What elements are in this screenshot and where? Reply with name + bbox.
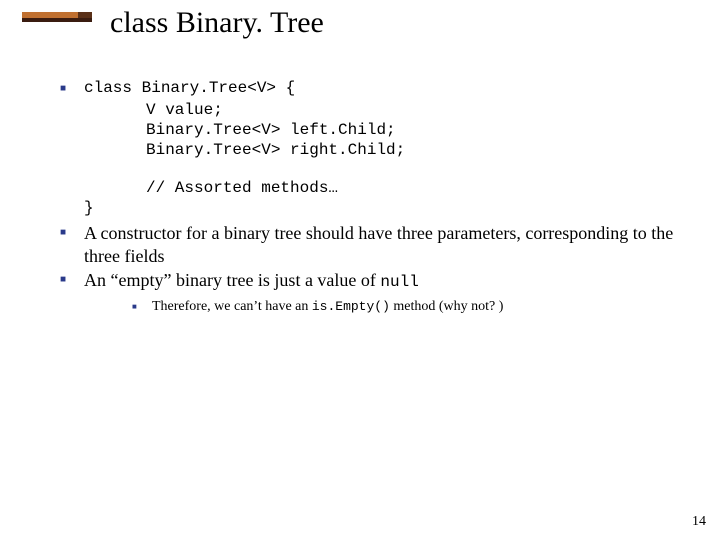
code-line-1: class Binary.Tree<V> { <box>84 78 680 98</box>
code-line-2: V value; <box>84 100 680 120</box>
page-number: 14 <box>692 514 706 530</box>
square-bullet-icon: ■ <box>60 222 84 240</box>
code-line-comment: // Assorted methods… <box>84 178 680 198</box>
code-line-4: Binary.Tree<V> right.Child; <box>84 140 680 160</box>
code-line-3: Binary.Tree<V> left.Child; <box>84 120 680 140</box>
square-bullet-icon: ■ <box>60 269 84 287</box>
square-bullet-icon: ■ <box>132 298 152 312</box>
sub-code: is.Empty() <box>312 299 390 314</box>
bullet-empty: ■ An “empty” binary tree is just a value… <box>60 269 680 292</box>
bullet-constructor-text: A constructor for a binary tree should h… <box>84 222 680 267</box>
spacer <box>60 160 680 178</box>
bullet-empty-pre: An “empty” binary tree is just a value o… <box>84 270 380 290</box>
sub-bullet: ■ Therefore, we can’t have an is.Empty()… <box>132 298 680 316</box>
bullet-code-decl: ■ class Binary.Tree<V> { <box>60 78 680 98</box>
sub-post: method (why not? ) <box>390 299 504 314</box>
code-line-close: } <box>84 198 680 218</box>
square-bullet-icon: ■ <box>60 78 84 96</box>
slide-title: class Binary. Tree <box>110 6 324 40</box>
slide-body: ■ class Binary.Tree<V> { V value; Binary… <box>60 78 680 316</box>
title-accent-bar <box>22 12 92 22</box>
bullet-empty-text: An “empty” binary tree is just a value o… <box>84 269 680 292</box>
sub-pre: Therefore, we can’t have an <box>152 299 312 314</box>
bullet-empty-code: null <box>380 273 418 291</box>
sub-bullet-text: Therefore, we can’t have an is.Empty() m… <box>152 298 503 316</box>
bullet-constructor: ■ A constructor for a binary tree should… <box>60 222 680 267</box>
